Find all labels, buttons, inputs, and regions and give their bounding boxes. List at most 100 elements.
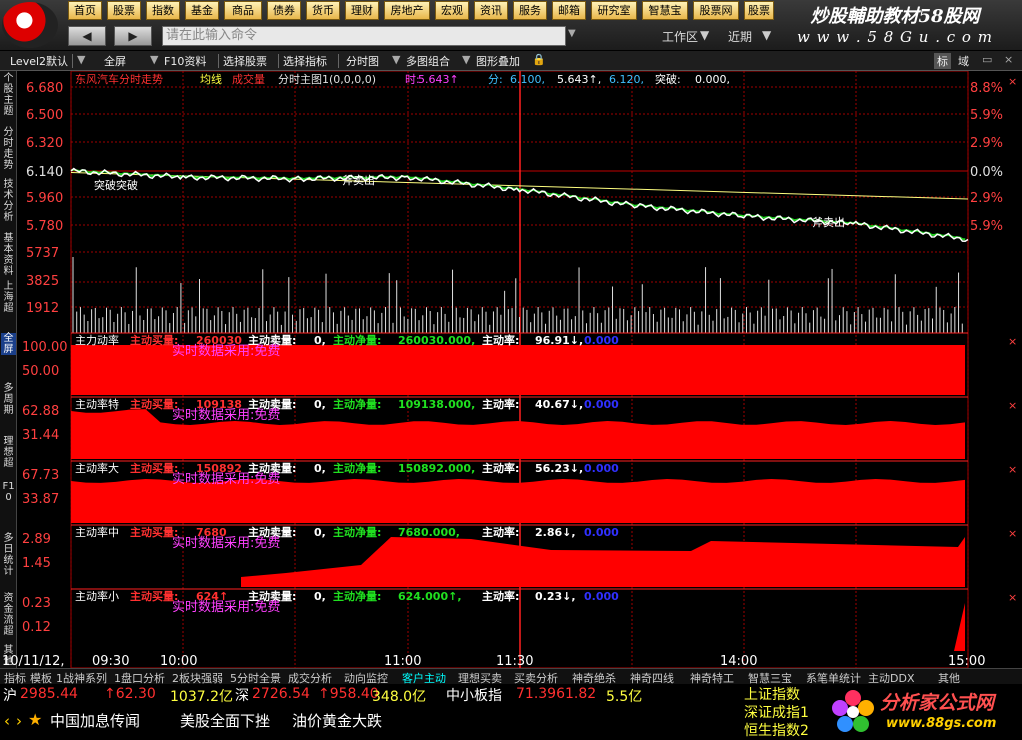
news-next-icon[interactable]: › [16, 712, 22, 730]
sm-index: 71.3961.82 [516, 686, 597, 702]
panel-watermark: 实时数据采用:免费 [172, 600, 280, 615]
panel-close-icon[interactable]: × [1008, 399, 1017, 412]
news-item[interactable]: 中国加息传闻 [50, 710, 140, 731]
panel-name: 主动率特 [75, 397, 119, 411]
menu-item[interactable]: 股票网 [693, 1, 739, 20]
panel-rate_label: 主动率: [482, 397, 519, 411]
menu-item[interactable]: 理财 [345, 1, 379, 20]
toolbar-divider [72, 54, 73, 68]
chart-annotation: 突破突破 [94, 178, 138, 192]
time-tick: 11:00 [384, 654, 421, 668]
header-vol_label: 成交量 [232, 72, 265, 86]
panel-tick: 67.73 [22, 468, 59, 483]
toolbar-select-indicator[interactable]: 选择指标 [283, 53, 327, 69]
workspace-select[interactable]: 工作区 [662, 28, 698, 45]
panel-sell: 0, [314, 590, 326, 603]
panel-close-icon[interactable]: × [1008, 527, 1017, 540]
menu-item[interactable]: 房地产 [384, 1, 430, 20]
menu-item[interactable]: 宏观 [435, 1, 469, 20]
menu-item[interactable]: 货币 [306, 1, 340, 20]
panel-close-icon[interactable]: × [1008, 463, 1017, 476]
menu-item[interactable]: 资讯 [474, 1, 508, 20]
toolbar-tab-domain[interactable]: 域 [958, 53, 969, 69]
panel-tick: 31.44 [22, 428, 59, 443]
command-input[interactable]: 请在此输入命令 [162, 26, 566, 46]
toolbar-divider [218, 54, 219, 68]
brand-watermark: 炒股輔助教材58股网 w w w . 5 8 G u . c o m [770, 2, 1020, 48]
index-item[interactable]: 深证成指1 [744, 702, 809, 722]
news-ticker: ‹ › ★ 中国加息传闻 美股全面下挫 油价黄金大跌 [0, 706, 660, 739]
right-index-list: 上证指数 深证成指1 恒生指数2 [740, 684, 826, 739]
news-prev-icon[interactable]: ‹ [4, 712, 10, 730]
recent-select[interactable]: 近期 [728, 28, 752, 45]
news-item[interactable]: 美股全面下挫 [180, 710, 270, 731]
toolbar-select-stock[interactable]: 选择股票 [223, 53, 267, 69]
toolbar-divider [338, 54, 339, 68]
back-button[interactable]: ◀ [68, 26, 106, 46]
app-logo[interactable] [2, 2, 58, 48]
toolbar-tab-mark[interactable]: 标 [934, 53, 951, 69]
panel-close-icon[interactable]: × [1008, 591, 1017, 604]
sh-change: ↑62.30 [104, 686, 156, 702]
pct-tick: 2.9% [970, 191, 1003, 206]
panel-rate: 0.23↓, [535, 590, 576, 603]
toolbar-timechart[interactable]: 分时图 [346, 53, 379, 69]
panel-net: 624.000↑, [398, 590, 462, 603]
panel-rate_label: 主动率: [482, 525, 519, 539]
panel-close-icon[interactable]: × [1008, 75, 1017, 88]
toolbar-level2[interactable]: Level2默认 [10, 53, 68, 69]
panel-sell: 0, [314, 526, 326, 539]
panel-tick: 33.87 [22, 492, 59, 507]
panel-close-icon[interactable]: × [1008, 335, 1017, 348]
ad-banner[interactable]: 分析家公式网 www.88gs.com [826, 684, 1022, 739]
menu-item[interactable]: 邮箱 [552, 1, 586, 20]
header-avg_label: 均线 [200, 72, 222, 86]
panel-rate: 2.86↓, [535, 526, 576, 539]
news-item[interactable]: 油价黄金大跌 [292, 710, 382, 731]
toolbar-dropdown-icon[interactable]: ▼ [150, 53, 158, 66]
sh-label: 沪 [3, 688, 17, 704]
panel-extra: 0.000 [584, 462, 619, 475]
window-restore-icon[interactable]: ▭ [982, 53, 992, 66]
workspace-dropdown-icon[interactable]: ▼ [700, 28, 709, 42]
toolbar-overlay[interactable]: 图形叠加 [476, 53, 520, 69]
toolbar-dropdown-icon[interactable]: ▼ [392, 53, 400, 66]
lock-icon[interactable]: 🔒 [532, 53, 546, 66]
toolbar-fullscreen[interactable]: 全屏 [104, 53, 126, 69]
menu-item[interactable]: 商品 [224, 1, 262, 20]
menu-item[interactable]: 首页 [68, 1, 102, 20]
time-tick: 11:30 [496, 654, 533, 668]
price-tick: 3825 [26, 274, 59, 289]
menu-item[interactable]: 服务 [513, 1, 547, 20]
menu-item[interactable]: 债券 [267, 1, 301, 20]
price-tick: 6.680 [26, 81, 63, 96]
header-min_value: 6.100, [510, 73, 545, 86]
panel-tick: 62.88 [22, 404, 59, 419]
panel-extra: 0.000 [584, 590, 619, 603]
price-tick: 1912 [26, 301, 59, 316]
chart-area: 6.680 6.500 6.320 6.140 5.960 5.780 5737 3825 19… [2, 71, 1017, 668]
index-item[interactable]: 上证指数 [744, 684, 800, 704]
index-item[interactable]: 恒生指数2 [744, 720, 809, 740]
window-close-icon[interactable]: × [1004, 53, 1013, 66]
ad-url: www.88gs.com [886, 716, 997, 731]
menu-item[interactable]: 基金 [185, 1, 219, 20]
forward-button[interactable]: ▶ [114, 26, 152, 46]
menu-item[interactable]: 指数 [146, 1, 180, 20]
panel-net_label: 主动净量: [333, 397, 381, 411]
sz-change: ↑958.40 [318, 686, 379, 702]
menu-item[interactable]: 股票 [107, 1, 141, 20]
toolbar-f10[interactable]: F10资料 [164, 53, 206, 69]
star-icon: ★ [28, 710, 43, 729]
header-v4: 6.120, [609, 73, 644, 86]
brand-url: w w w . 5 8 G u . c o m [797, 28, 993, 46]
toolbar-dropdown-icon[interactable]: ▼ [77, 53, 85, 66]
command-dropdown-icon[interactable]: ▼ [568, 28, 576, 39]
volume-bars [72, 257, 963, 333]
menu-item[interactable]: 研究室 [591, 1, 637, 20]
panel-extra: 0.000 [584, 334, 619, 347]
panel-watermark: 实时数据采用:免费 [172, 344, 280, 359]
toolbar-multichart[interactable]: 多图组合 [406, 53, 450, 69]
toolbar-dropdown-icon[interactable]: ▼ [462, 53, 470, 66]
menu-item[interactable]: 智慧宝 [642, 1, 688, 20]
